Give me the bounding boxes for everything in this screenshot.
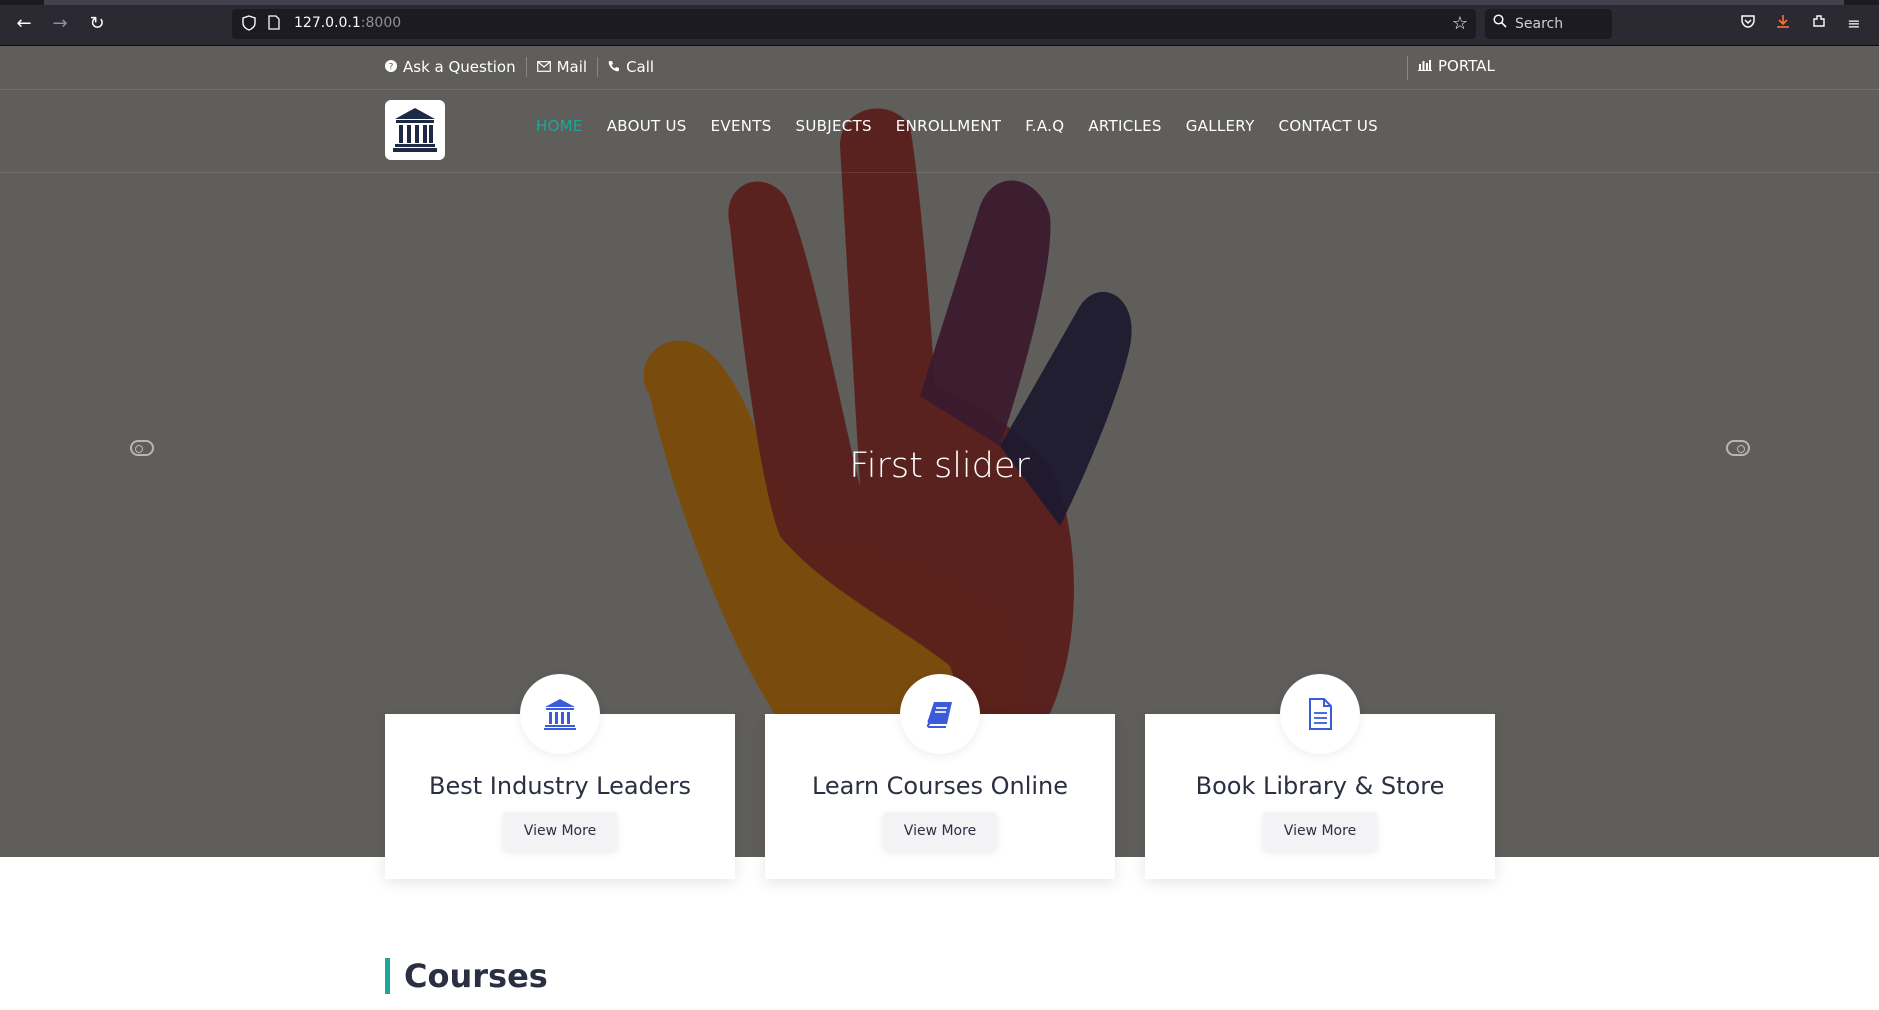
- view-more-button[interactable]: View More: [883, 812, 997, 850]
- download-icon[interactable]: [1772, 13, 1794, 35]
- feature-card: Learn Courses Online View More: [765, 674, 1115, 879]
- document-icon: [1309, 698, 1332, 730]
- slider-next-arrow-icon[interactable]: [1726, 440, 1750, 456]
- portal-link[interactable]: PORTAL: [1418, 57, 1495, 75]
- forward-icon[interactable]: →: [48, 12, 72, 36]
- reload-icon[interactable]: ↻: [85, 12, 109, 36]
- nav-item-enrollment[interactable]: ENROLLMENT: [896, 117, 1001, 135]
- nav-item-events[interactable]: EVENTS: [711, 117, 772, 135]
- feature-title: Best Industry Leaders: [429, 772, 691, 800]
- bookmark-star-icon[interactable]: ☆: [1452, 13, 1468, 34]
- feature-title: Learn Courses Online: [811, 772, 1069, 800]
- nav-item-contact-us[interactable]: CONTACT US: [1279, 117, 1378, 135]
- top-info-bar: ? Ask a Question Mail Call PORTAL: [0, 46, 1879, 90]
- pocket-icon[interactable]: [1737, 13, 1759, 35]
- ask-question-label: Ask a Question: [403, 58, 516, 76]
- feature-title: Book Library & Store: [1195, 772, 1445, 800]
- view-more-button[interactable]: View More: [503, 812, 617, 850]
- nav-item-home[interactable]: HOME: [536, 117, 583, 135]
- feature-icon-circle: [900, 674, 980, 754]
- bank-icon: [544, 699, 576, 730]
- nav-item-articles[interactable]: ARTICLES: [1088, 117, 1161, 135]
- back-icon[interactable]: ←: [12, 12, 36, 36]
- feature-card: Book Library & Store View More: [1145, 674, 1495, 879]
- nav-item-subjects[interactable]: SUBJECTS: [796, 117, 872, 135]
- page-icon: [268, 15, 282, 33]
- site-logo[interactable]: [385, 100, 445, 160]
- slider-title: First slider: [849, 446, 1030, 486]
- question-circle-icon: ?: [385, 58, 397, 76]
- call-link[interactable]: Call: [598, 58, 664, 76]
- book-icon: [926, 702, 952, 728]
- svg-text:?: ?: [389, 63, 394, 73]
- page-viewport: ? Ask a Question Mail Call PORTAL HOME A…: [0, 46, 1879, 1010]
- top-contact-links: ? Ask a Question Mail Call: [385, 57, 664, 77]
- courses-heading: Courses: [385, 958, 548, 994]
- feature-icon-circle: [520, 674, 600, 754]
- search-bar[interactable]: Search: [1485, 9, 1612, 39]
- nav-item-faq[interactable]: F.A.Q: [1025, 117, 1064, 135]
- divider: [1407, 56, 1408, 80]
- view-more-button[interactable]: View More: [1263, 812, 1377, 850]
- mail-label: Mail: [556, 58, 588, 76]
- url-host: 127.0.0.1: [294, 15, 361, 31]
- address-bar[interactable]: 127.0.0.1:8000 ☆: [232, 9, 1476, 39]
- nav-item-about-us[interactable]: ABOUT US: [607, 117, 687, 135]
- active-tab[interactable]: [44, 0, 1844, 5]
- envelope-icon: [536, 58, 551, 76]
- url-text[interactable]: 127.0.0.1:8000: [294, 15, 401, 31]
- portal-label: PORTAL: [1438, 57, 1495, 75]
- call-label: Call: [626, 58, 655, 76]
- tab-strip: [0, 0, 1879, 5]
- phone-icon: [608, 58, 620, 76]
- feature-card: Best Industry Leaders View More: [385, 674, 735, 879]
- url-port: :8000: [360, 15, 402, 31]
- browser-toolbar: ← → ↻ 127.0.0.1:8000 ☆ Search ≡: [0, 0, 1879, 46]
- mail-link[interactable]: Mail: [527, 58, 597, 76]
- bank-logo-icon: [393, 108, 437, 152]
- extensions-icon[interactable]: [1808, 13, 1830, 35]
- shield-icon[interactable]: [242, 15, 258, 33]
- feature-icon-circle: [1280, 674, 1360, 754]
- main-menu: HOME ABOUT US EVENTS SUBJECTS ENROLLMENT…: [536, 117, 1378, 135]
- menu-hamburger-icon[interactable]: ≡: [1843, 13, 1865, 35]
- search-placeholder: Search: [1515, 16, 1564, 32]
- nav-item-gallery[interactable]: GALLERY: [1186, 117, 1255, 135]
- ask-question-link[interactable]: ? Ask a Question: [385, 58, 526, 76]
- slider-prev-arrow-icon[interactable]: [130, 440, 154, 456]
- search-icon: [1493, 14, 1507, 32]
- bar-chart-icon: [1418, 57, 1432, 75]
- main-navbar: HOME ABOUT US EVENTS SUBJECTS ENROLLMENT…: [0, 90, 1879, 173]
